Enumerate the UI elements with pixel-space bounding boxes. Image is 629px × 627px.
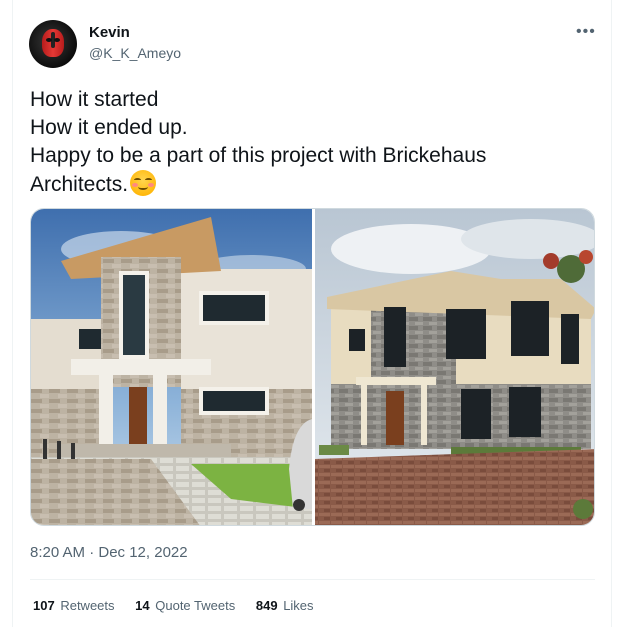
tweet-line: How it ended up. bbox=[30, 116, 188, 139]
tweet-line-last: Architects. bbox=[30, 170, 590, 199]
divider bbox=[30, 579, 595, 580]
tweet-line: Happy to be a part of this project with … bbox=[30, 144, 487, 167]
author-name[interactable]: Kevin bbox=[89, 24, 130, 41]
media-image-photo[interactable] bbox=[315, 209, 595, 526]
media-image-render[interactable] bbox=[31, 209, 312, 526]
tweet-timestamp[interactable]: 8:20 AM · Dec 12, 2022 bbox=[30, 544, 188, 561]
smiling-face-icon bbox=[130, 170, 157, 196]
author-handle[interactable]: @K_K_Ameyo bbox=[89, 45, 181, 61]
likes-stat[interactable]: 849 Likes bbox=[256, 598, 314, 613]
more-options-icon[interactable]: ••• bbox=[576, 24, 596, 40]
retweets-stat[interactable]: 107 Retweets bbox=[33, 598, 115, 613]
tweet-stats: 107 Retweets 14 Quote Tweets 849 Likes bbox=[33, 598, 331, 613]
tweet-text: How it started How it ended up. Happy to… bbox=[30, 86, 590, 199]
avatar[interactable] bbox=[29, 20, 77, 68]
quote-tweets-stat[interactable]: 14 Quote Tweets bbox=[135, 598, 235, 613]
tweet-media[interactable] bbox=[30, 208, 595, 526]
tweet-line: How it started bbox=[30, 88, 159, 111]
